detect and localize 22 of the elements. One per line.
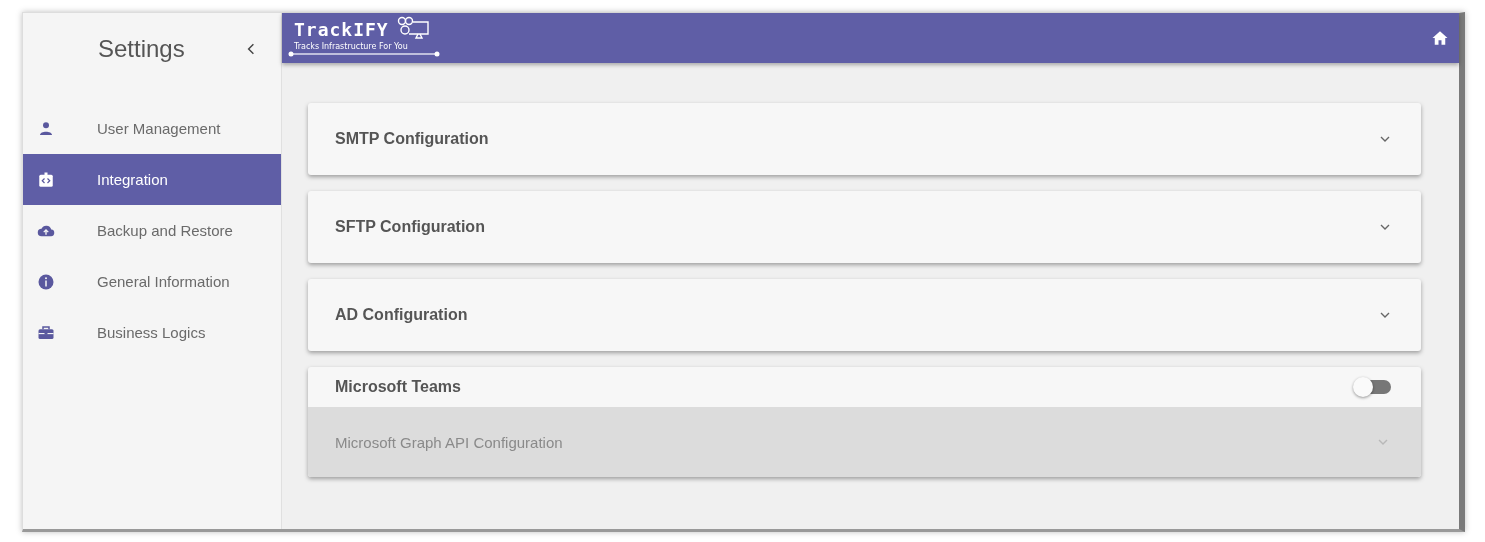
person-icon <box>37 119 55 138</box>
panel-title: Microsoft Graph API Configuration <box>335 433 563 451</box>
accordion-panel[interactable]: AD Configuration <box>308 279 1421 351</box>
info-icon <box>37 272 55 291</box>
tagline: Tracks Infrastructure For You <box>294 42 409 51</box>
logo-text: TrackIFY <box>294 18 389 40</box>
collapse-chevron-icon[interactable] <box>247 43 255 55</box>
panel-title: AD Configuration <box>335 306 468 324</box>
sidebar-item[interactable]: Backup and Restore <box>23 205 281 256</box>
sidebar-item[interactable]: General Information <box>23 256 281 307</box>
home-icon[interactable] <box>1431 29 1449 47</box>
sidebar-item[interactable]: Business Logics <box>23 307 281 358</box>
sidebar-title: Settings <box>98 35 185 63</box>
accordion-panel[interactable]: SFTP Configuration <box>308 191 1421 263</box>
sidebar-item[interactable]: User Management <box>23 103 281 154</box>
accordion-panel[interactable]: SMTP Configuration <box>308 103 1421 175</box>
code-clipboard-icon <box>37 170 55 189</box>
sidebar-item[interactable]: Integration <box>23 154 281 205</box>
panel-title: Microsoft Teams <box>335 378 461 396</box>
briefcase-icon <box>37 323 55 342</box>
panel-title: SFTP Configuration <box>335 218 485 236</box>
panel-title: SMTP Configuration <box>335 130 489 148</box>
